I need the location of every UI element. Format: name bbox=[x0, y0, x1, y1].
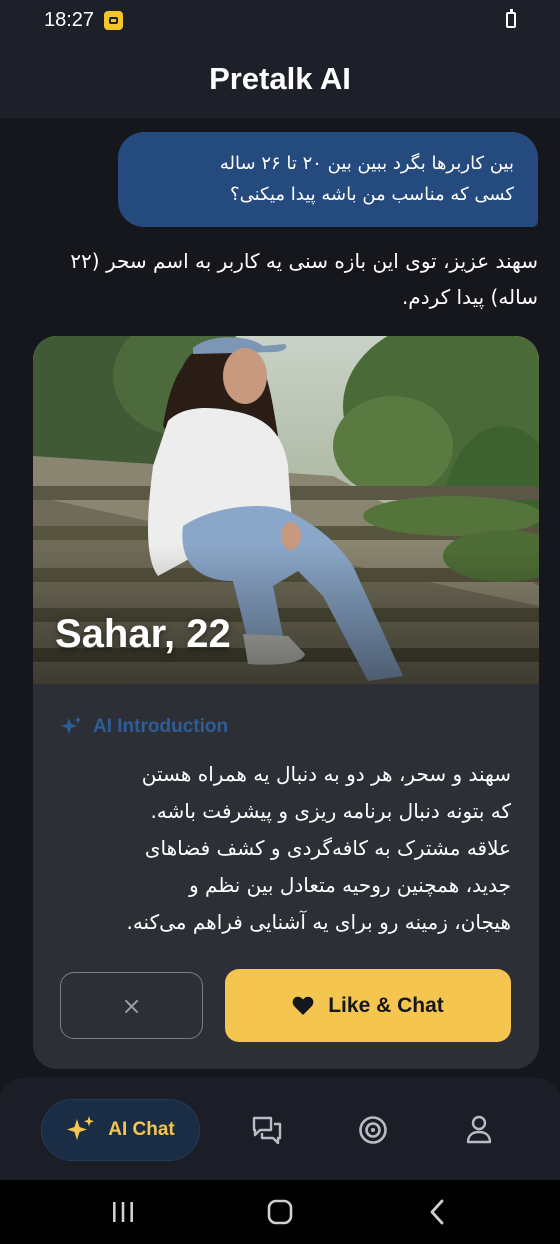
ai-message: سهند عزیز، توی این بازه سنی یه کاربر به … bbox=[24, 243, 538, 315]
user-message-bubble: بین کاربرها بگرد ببین بین ۲۰ تا ۲۶ ساله … bbox=[118, 132, 538, 227]
person-icon bbox=[466, 1115, 492, 1144]
app-header: Pretalk AI bbox=[0, 40, 560, 118]
like-and-chat-label: Like & Chat bbox=[328, 993, 444, 1017]
user-message-line: کسی که مناسب من باشه پیدا میکنی؟ bbox=[230, 184, 514, 205]
user-message-line: بین کاربرها بگرد ببین بین ۲۰ تا ۲۶ ساله bbox=[219, 153, 514, 174]
notification-icon bbox=[104, 10, 124, 30]
intro-line: علاقه مشترک به کافه‌گردی و کشف فضاهای bbox=[144, 836, 511, 860]
recent-apps-icon bbox=[113, 1202, 133, 1222]
profile-card[interactable]: Sahar, 22 AI Introduction سهند و سحر، هر… bbox=[33, 336, 539, 1069]
intro-line: جدید، همچنین روحیه متعادل بین نظم و bbox=[189, 873, 511, 897]
nav-profile-tab[interactable] bbox=[463, 1114, 495, 1146]
sparkle-icon bbox=[67, 1116, 95, 1140]
home-button[interactable] bbox=[265, 1198, 295, 1226]
chat-bubbles-icon bbox=[252, 1116, 282, 1144]
intro-line: سهند و سحر، هر دو به دنبال یه همراه هستن bbox=[141, 762, 511, 786]
status-bar: 18:27 bbox=[0, 0, 560, 40]
nav-ai-chat-tab[interactable]: AI Chat bbox=[41, 1099, 200, 1161]
nav-discover-tab[interactable] bbox=[357, 1114, 389, 1146]
ai-message-line: سهند عزیز، توی این بازه سنی یه کاربر به … bbox=[70, 249, 538, 273]
heart-icon bbox=[292, 996, 314, 1015]
ai-introduction-text: سهند و سحر، هر دو به دنبال یه همراه هستن… bbox=[61, 756, 511, 941]
profile-name: Sahar, 22 bbox=[55, 612, 231, 656]
pass-button[interactable]: × bbox=[60, 972, 203, 1039]
battery-icon bbox=[506, 9, 516, 28]
system-navigation-bar bbox=[0, 1180, 560, 1244]
like-and-chat-button[interactable]: Like & Chat bbox=[225, 969, 511, 1042]
nav-ai-chat-label: AI Chat bbox=[108, 1119, 175, 1140]
profile-photo[interactable]: Sahar, 22 bbox=[33, 336, 539, 684]
nav-messages-tab[interactable] bbox=[251, 1114, 283, 1146]
app-title: Pretalk AI bbox=[209, 61, 351, 96]
close-icon: × bbox=[121, 991, 142, 1020]
ai-introduction-label-text: AI Introduction bbox=[93, 716, 229, 737]
home-icon bbox=[267, 1199, 293, 1225]
bottom-navigation: AI Chat bbox=[0, 1078, 560, 1180]
intro-line: هیجان، زمینه رو برای یه آشنایی فراهم می‌… bbox=[126, 910, 511, 934]
target-icon bbox=[359, 1116, 387, 1144]
back-icon bbox=[430, 1199, 444, 1225]
intro-line: که بتونه دنبال برنامه ریزی و پیشرفت باشه… bbox=[150, 799, 511, 823]
recent-apps-button[interactable] bbox=[108, 1198, 138, 1226]
ai-introduction-label: AI Introduction bbox=[61, 716, 228, 738]
sparkle-icon bbox=[61, 716, 82, 734]
back-button[interactable] bbox=[422, 1198, 452, 1226]
ai-message-line: ساله) پیدا کردم. bbox=[401, 285, 538, 309]
status-time: 18:27 bbox=[44, 8, 95, 31]
